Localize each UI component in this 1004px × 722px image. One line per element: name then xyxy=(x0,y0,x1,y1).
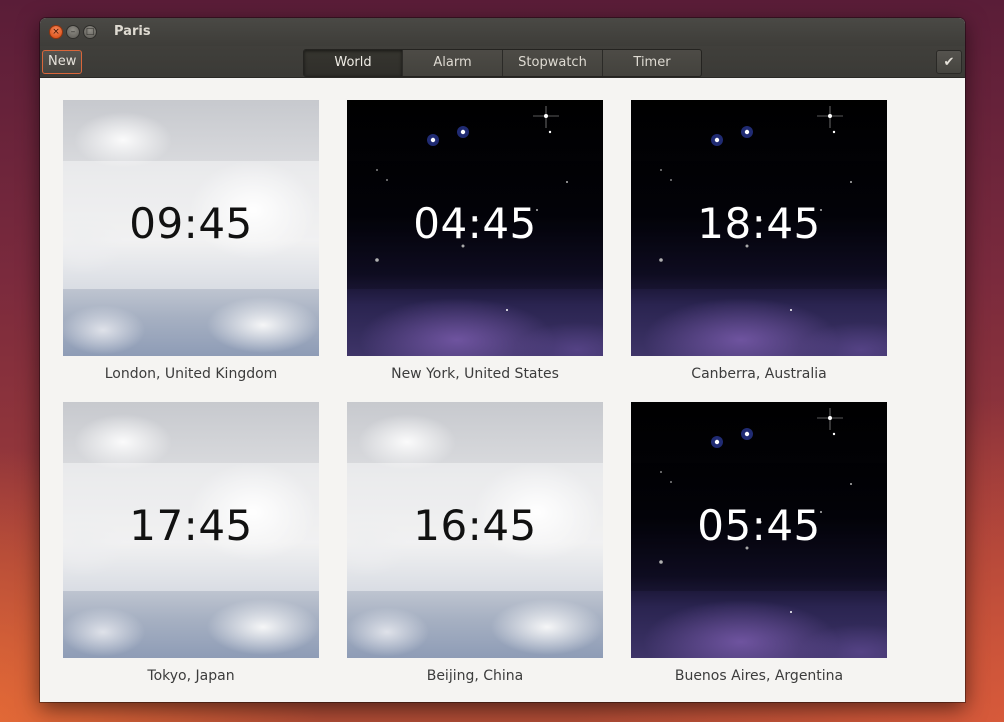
clock-location-label: Buenos Aires, Argentina xyxy=(674,668,844,684)
clock-location-label: Canberra, Australia xyxy=(691,366,827,382)
clock-item-canberra[interactable]: 18:45 Canberra, Australia xyxy=(631,100,887,382)
tab-stopwatch[interactable]: Stopwatch xyxy=(503,50,603,76)
window-title: Paris xyxy=(114,24,151,39)
close-window-button[interactable]: × xyxy=(49,25,63,39)
clock-item-new-york[interactable]: 04:45 New York, United States xyxy=(347,100,603,382)
checkmark-icon: ✔ xyxy=(943,54,955,70)
clock-time: 16:45 xyxy=(413,501,537,550)
clock-location-label: Beijing, China xyxy=(426,668,524,684)
clock-tile[interactable]: 17:45 xyxy=(63,402,319,658)
world-clocks-grid: 09:45 London, United Kingdom 04:45 New Y… xyxy=(40,78,965,702)
tab-alarm[interactable]: Alarm xyxy=(403,50,503,76)
clock-item-london[interactable]: 09:45 London, United Kingdom xyxy=(63,100,319,382)
clock-item-buenos-aires[interactable]: 05:45 Buenos Aires, Argentina xyxy=(631,402,887,684)
clock-item-tokyo[interactable]: 17:45 Tokyo, Japan xyxy=(63,402,319,684)
clock-location-label: London, United Kingdom xyxy=(104,366,278,382)
clock-tile[interactable]: 09:45 xyxy=(63,100,319,356)
window-controls: × – □ xyxy=(49,25,97,39)
view-switcher: World Alarm Stopwatch Timer xyxy=(303,49,702,77)
new-clock-button[interactable]: New xyxy=(42,50,83,74)
clock-time: 09:45 xyxy=(129,199,253,248)
clock-tile[interactable]: 04:45 xyxy=(347,100,603,356)
selection-mode-button[interactable]: ✔ xyxy=(936,50,962,74)
clocks-window: × – □ Paris New World Alarm Stopwatch Ti… xyxy=(40,18,965,702)
clock-tile[interactable]: 18:45 xyxy=(631,100,887,356)
tab-timer[interactable]: Timer xyxy=(603,50,701,76)
clock-time: 05:45 xyxy=(697,501,821,550)
maximize-window-button[interactable]: □ xyxy=(83,25,97,39)
clock-time: 17:45 xyxy=(129,501,253,550)
clock-location-label: Tokyo, Japan xyxy=(147,668,235,684)
clock-tile[interactable]: 16:45 xyxy=(347,402,603,658)
clock-time: 04:45 xyxy=(413,199,537,248)
clock-item-beijing[interactable]: 16:45 Beijing, China xyxy=(347,402,603,684)
header-bar: New World Alarm Stopwatch Timer ✔ xyxy=(40,46,965,78)
clock-location-label: New York, United States xyxy=(391,366,559,382)
clock-time: 18:45 xyxy=(697,199,821,248)
title-bar[interactable]: × – □ Paris xyxy=(40,18,965,46)
tab-world[interactable]: World xyxy=(304,50,403,76)
minimize-window-button[interactable]: – xyxy=(66,25,80,39)
clock-tile[interactable]: 05:45 xyxy=(631,402,887,658)
